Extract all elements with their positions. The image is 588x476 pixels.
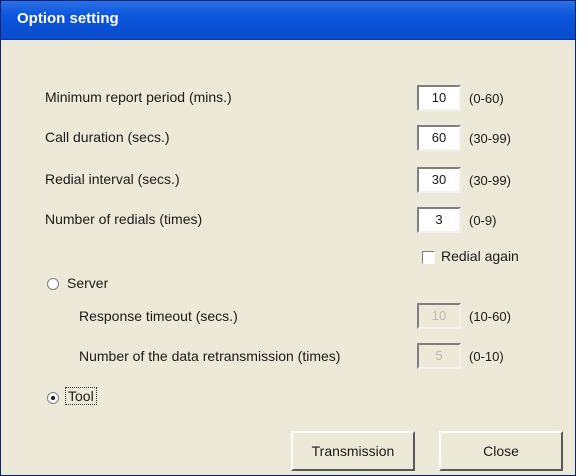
close-button[interactable]: Close (439, 431, 563, 471)
call-duration-input[interactable]: 60 (417, 125, 461, 151)
title-bar[interactable]: Option setting (1, 1, 575, 40)
number-of-redials-range: (0-9) (469, 213, 497, 228)
radio-selected-dot (51, 396, 55, 400)
data-retransmission-range: (0-10) (469, 349, 504, 364)
redial-interval-input[interactable]: 30 (417, 167, 461, 193)
data-retransmission-input[interactable]: 5 (417, 343, 461, 369)
number-of-redials-input[interactable]: 3 (417, 207, 461, 233)
call-duration-range: (30-99) (469, 131, 511, 146)
response-timeout-range: (10-60) (469, 309, 511, 324)
redial-interval-label: Redial interval (secs.) (45, 171, 180, 187)
data-retransmission-label: Number of the data retransmission (times… (79, 348, 341, 364)
option-setting-dialog: Option setting Minimum report period (mi… (0, 0, 576, 476)
number-of-redials-label: Number of redials (times) (45, 211, 203, 227)
min-report-period-range: (0-60) (469, 91, 504, 106)
response-timeout-label: Response timeout (secs.) (79, 308, 238, 324)
tool-radio[interactable] (47, 392, 59, 404)
redial-interval-range: (30-99) (469, 173, 511, 188)
call-duration-label: Call duration (secs.) (45, 129, 170, 145)
min-report-period-input[interactable]: 10 (417, 85, 461, 111)
server-radio-label[interactable]: Server (67, 275, 108, 291)
response-timeout-input[interactable]: 10 (417, 303, 461, 329)
redial-again-label[interactable]: Redial again (441, 248, 519, 264)
window-title: Option setting (17, 10, 119, 27)
server-radio[interactable] (47, 278, 59, 290)
tool-radio-label[interactable]: Tool (65, 387, 97, 405)
redial-again-checkbox[interactable] (422, 251, 435, 264)
transmission-button[interactable]: Transmission (291, 431, 415, 471)
min-report-period-label: Minimum report period (mins.) (45, 89, 232, 105)
